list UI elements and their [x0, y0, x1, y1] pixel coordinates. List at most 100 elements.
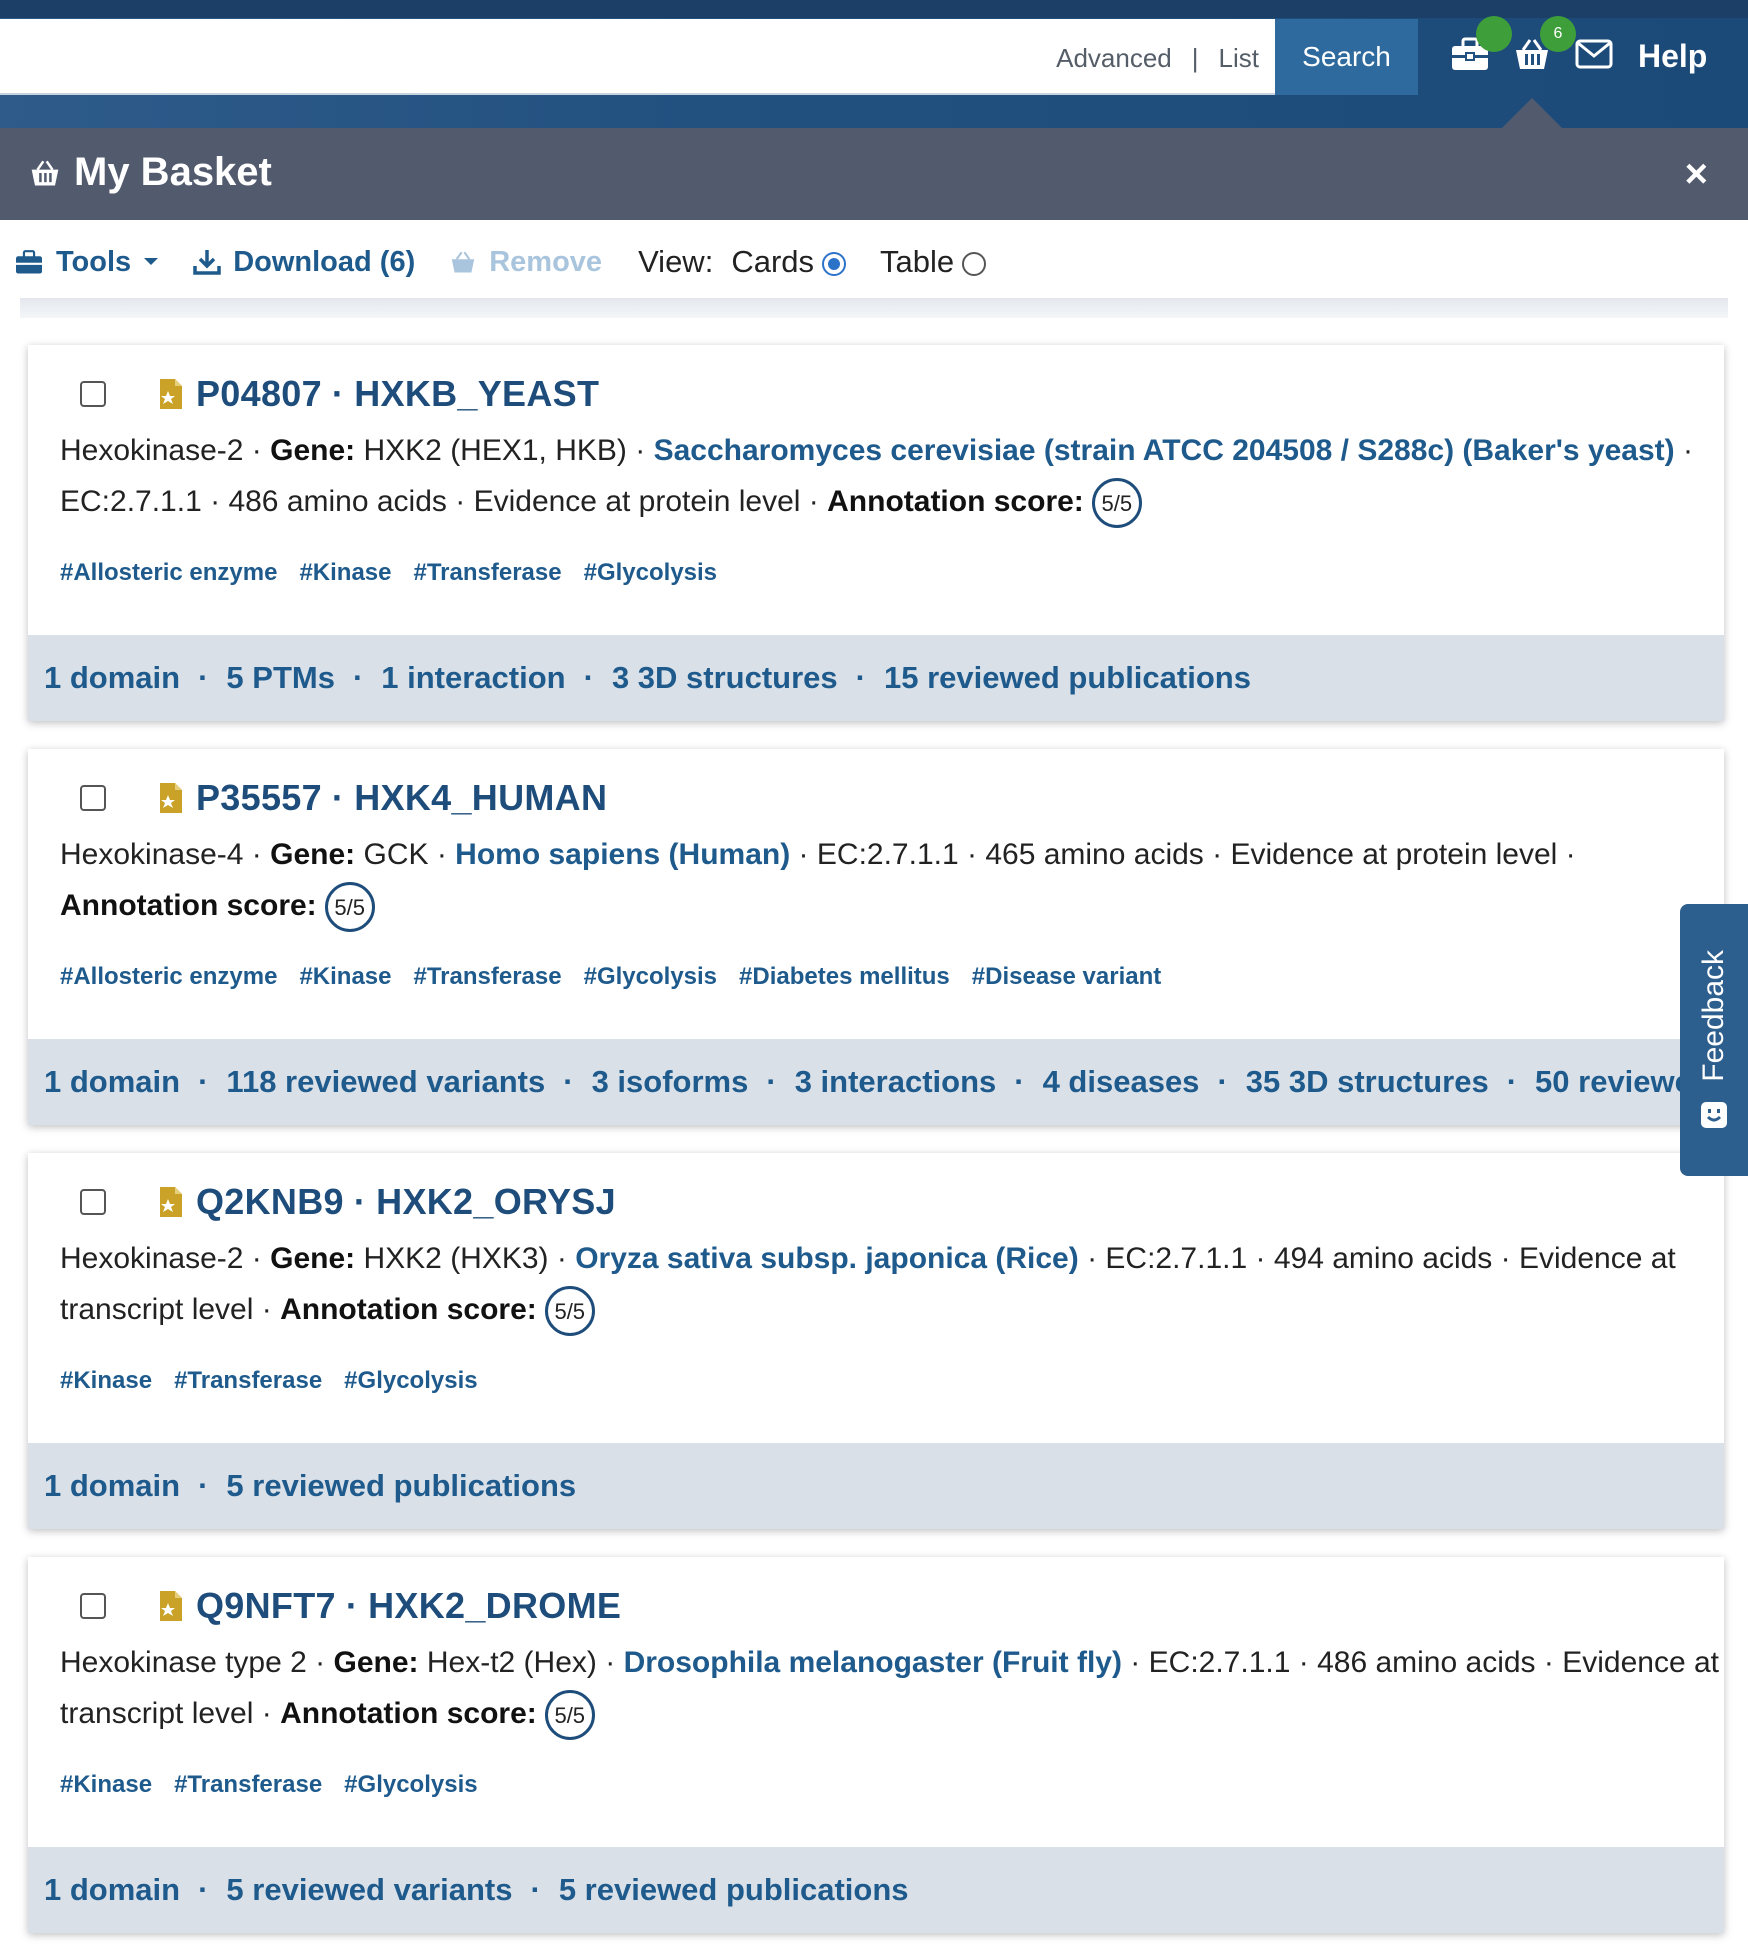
- list-search-link[interactable]: List: [1219, 43, 1259, 74]
- organism-link[interactable]: Oryza sativa subsp. japonica (Rice): [575, 1242, 1079, 1275]
- keyword-list: #Kinase #Transferase #Glycolysis: [60, 1367, 478, 1395]
- reviewed-entry-icon: [160, 1591, 182, 1621]
- protein-name: Hexokinase-2: [60, 1242, 244, 1275]
- card-description: Hexokinase type 2 · Gene: Hex-t2 (Hex) ·…: [60, 1637, 1720, 1741]
- gene-name: GCK: [363, 838, 429, 871]
- title-dot: ·: [331, 777, 345, 818]
- evidence-level: Evidence at protein level: [1230, 838, 1558, 871]
- card-title-link[interactable]: P04807 · HXKB_YEAST: [156, 373, 599, 415]
- keyword-tag[interactable]: #Kinase: [299, 559, 391, 587]
- annotation-score-badge: 5/5: [544, 1690, 595, 1741]
- gene-label: Gene:: [270, 434, 356, 467]
- gene-label: Gene:: [270, 838, 356, 871]
- help-link[interactable]: Help: [1638, 38, 1707, 75]
- organism-link[interactable]: Homo sapiens (Human): [455, 838, 790, 871]
- stat-link[interactable]: 5 reviewed publications: [559, 1872, 909, 1908]
- tools-label: Tools: [56, 245, 132, 278]
- card-select-checkbox[interactable]: [80, 1593, 106, 1619]
- keyword-tag[interactable]: #Kinase: [60, 1367, 152, 1395]
- stat-link[interactable]: 1 interaction: [381, 660, 565, 696]
- table-view-option[interactable]: Table: [880, 244, 987, 280]
- search-button[interactable]: Search: [1275, 19, 1418, 95]
- keyword-tag[interactable]: #Transferase: [174, 1367, 322, 1395]
- cards-view-option[interactable]: Cards: [731, 244, 847, 280]
- mail-icon[interactable]: [1572, 32, 1616, 76]
- remove-label: Remove: [489, 245, 603, 278]
- card-title-link[interactable]: Q9NFT7 · HXK2_DROME: [156, 1585, 621, 1627]
- keyword-tag[interactable]: #Diabetes mellitus: [739, 963, 950, 991]
- keyword-tag[interactable]: #Glycolysis: [344, 1367, 477, 1395]
- stat-link[interactable]: 5 reviewed variants: [226, 1872, 512, 1908]
- keyword-tag[interactable]: #Transferase: [414, 963, 562, 991]
- entry-name: HXKB_YEAST: [354, 373, 600, 414]
- feedback-tab[interactable]: Feedback: [1680, 904, 1748, 1176]
- close-basket-button[interactable]: ×: [1685, 152, 1708, 197]
- stat-separator: ·: [855, 660, 866, 695]
- card-select-checkbox[interactable]: [80, 785, 106, 811]
- gene-name: Hex-t2 (Hex): [426, 1646, 597, 1679]
- annotation-score-label: Annotation score:: [827, 485, 1084, 518]
- entry-name: HXK2_ORYSJ: [376, 1181, 616, 1222]
- keyword-tag[interactable]: #Allosteric enzyme: [60, 559, 277, 587]
- stat-separator: ·: [198, 660, 209, 695]
- stat-link[interactable]: 5 PTMs: [226, 660, 335, 696]
- keyword-tag[interactable]: #Glycolysis: [584, 559, 717, 587]
- keyword-tag[interactable]: #Transferase: [174, 1771, 322, 1799]
- stat-link[interactable]: 118 reviewed variants: [226, 1064, 545, 1100]
- top-stripe: [0, 0, 1748, 18]
- stat-link[interactable]: 3 isoforms: [592, 1064, 749, 1100]
- search-options: Advanced | List: [1056, 43, 1259, 74]
- stat-link[interactable]: 3 interactions: [795, 1064, 997, 1100]
- stat-link[interactable]: 4 diseases: [1043, 1064, 1200, 1100]
- download-button[interactable]: Download (6): [193, 246, 415, 279]
- stat-separator: ·: [1014, 1064, 1025, 1099]
- keyword-tag[interactable]: #Disease variant: [972, 963, 1161, 991]
- stat-link[interactable]: 1 domain: [44, 1872, 180, 1908]
- keyword-tag[interactable]: #Allosteric enzyme: [60, 963, 277, 991]
- remove-button[interactable]: Remove: [449, 246, 602, 279]
- gene-name: HXK2 (HEX1, HKB): [363, 434, 627, 467]
- keyword-tag[interactable]: #Kinase: [60, 1771, 152, 1799]
- search-input[interactable]: Advanced | List: [0, 19, 1275, 95]
- result-card: P35557 · HXK4_HUMAN Hexokinase-4 · Gene:…: [28, 749, 1724, 1125]
- keyword-tag[interactable]: #Kinase: [299, 963, 391, 991]
- keyword-tag[interactable]: #Glycolysis: [584, 963, 717, 991]
- tools-dropdown[interactable]: Tools: [14, 246, 159, 279]
- annotation-score-label: Annotation score:: [280, 1697, 537, 1730]
- stat-separator: ·: [198, 1468, 209, 1503]
- stat-link[interactable]: 1 domain: [44, 1064, 180, 1100]
- keyword-tag[interactable]: #Transferase: [414, 559, 562, 587]
- top-navigation-bar: Advanced | List Search 6 Help: [0, 0, 1748, 128]
- stat-separator: ·: [198, 1064, 209, 1099]
- advanced-search-link[interactable]: Advanced: [1056, 43, 1172, 74]
- stat-link[interactable]: 1 domain: [44, 660, 180, 696]
- title-dot: ·: [331, 373, 345, 414]
- table-view-radio[interactable]: [962, 251, 987, 276]
- tools-notification-dot: [1476, 16, 1512, 52]
- ec-number: EC:2.7.1.1: [60, 485, 202, 518]
- stat-link[interactable]: 5 reviewed publications: [226, 1468, 576, 1504]
- stat-link[interactable]: 35 3D structures: [1246, 1064, 1489, 1100]
- chevron-down-icon: [144, 258, 159, 265]
- organism-link[interactable]: Drosophila melanogaster (Fruit fly): [624, 1646, 1122, 1679]
- stat-separator: ·: [563, 1064, 574, 1099]
- keyword-list: #Allosteric enzyme #Kinase #Transferase …: [60, 963, 1161, 991]
- keyword-tag[interactable]: #Glycolysis: [344, 1771, 477, 1799]
- card-title-link[interactable]: Q2KNB9 · HXK2_ORYSJ: [156, 1181, 616, 1223]
- gene-name: HXK2 (HXK3): [363, 1242, 549, 1275]
- accession: Q2KNB9: [196, 1181, 344, 1222]
- card-stats-footer: 1 domain · 118 reviewed variants · 3 isofo…: [28, 1039, 1724, 1125]
- card-title-link[interactable]: P35557 · HXK4_HUMAN: [156, 777, 607, 819]
- feedback-icon: [1701, 1101, 1727, 1128]
- card-select-checkbox[interactable]: [80, 1189, 106, 1215]
- entry-name: HXK2_DROME: [368, 1585, 622, 1626]
- cards-view-radio[interactable]: [822, 251, 847, 276]
- stat-link[interactable]: 3 3D structures: [612, 660, 838, 696]
- card-select-checkbox[interactable]: [80, 381, 106, 407]
- stat-link[interactable]: 15 reviewed publications: [884, 660, 1251, 696]
- organism-link[interactable]: Saccharomyces cerevisiae (strain ATCC 20…: [654, 434, 1675, 467]
- result-card: Q2KNB9 · HXK2_ORYSJ Hexokinase-2 · Gene:…: [28, 1153, 1724, 1529]
- stat-link[interactable]: 1 domain: [44, 1468, 180, 1504]
- entry-name: HXK4_HUMAN: [354, 777, 608, 818]
- evidence-level: Evidence at protein level: [473, 485, 801, 518]
